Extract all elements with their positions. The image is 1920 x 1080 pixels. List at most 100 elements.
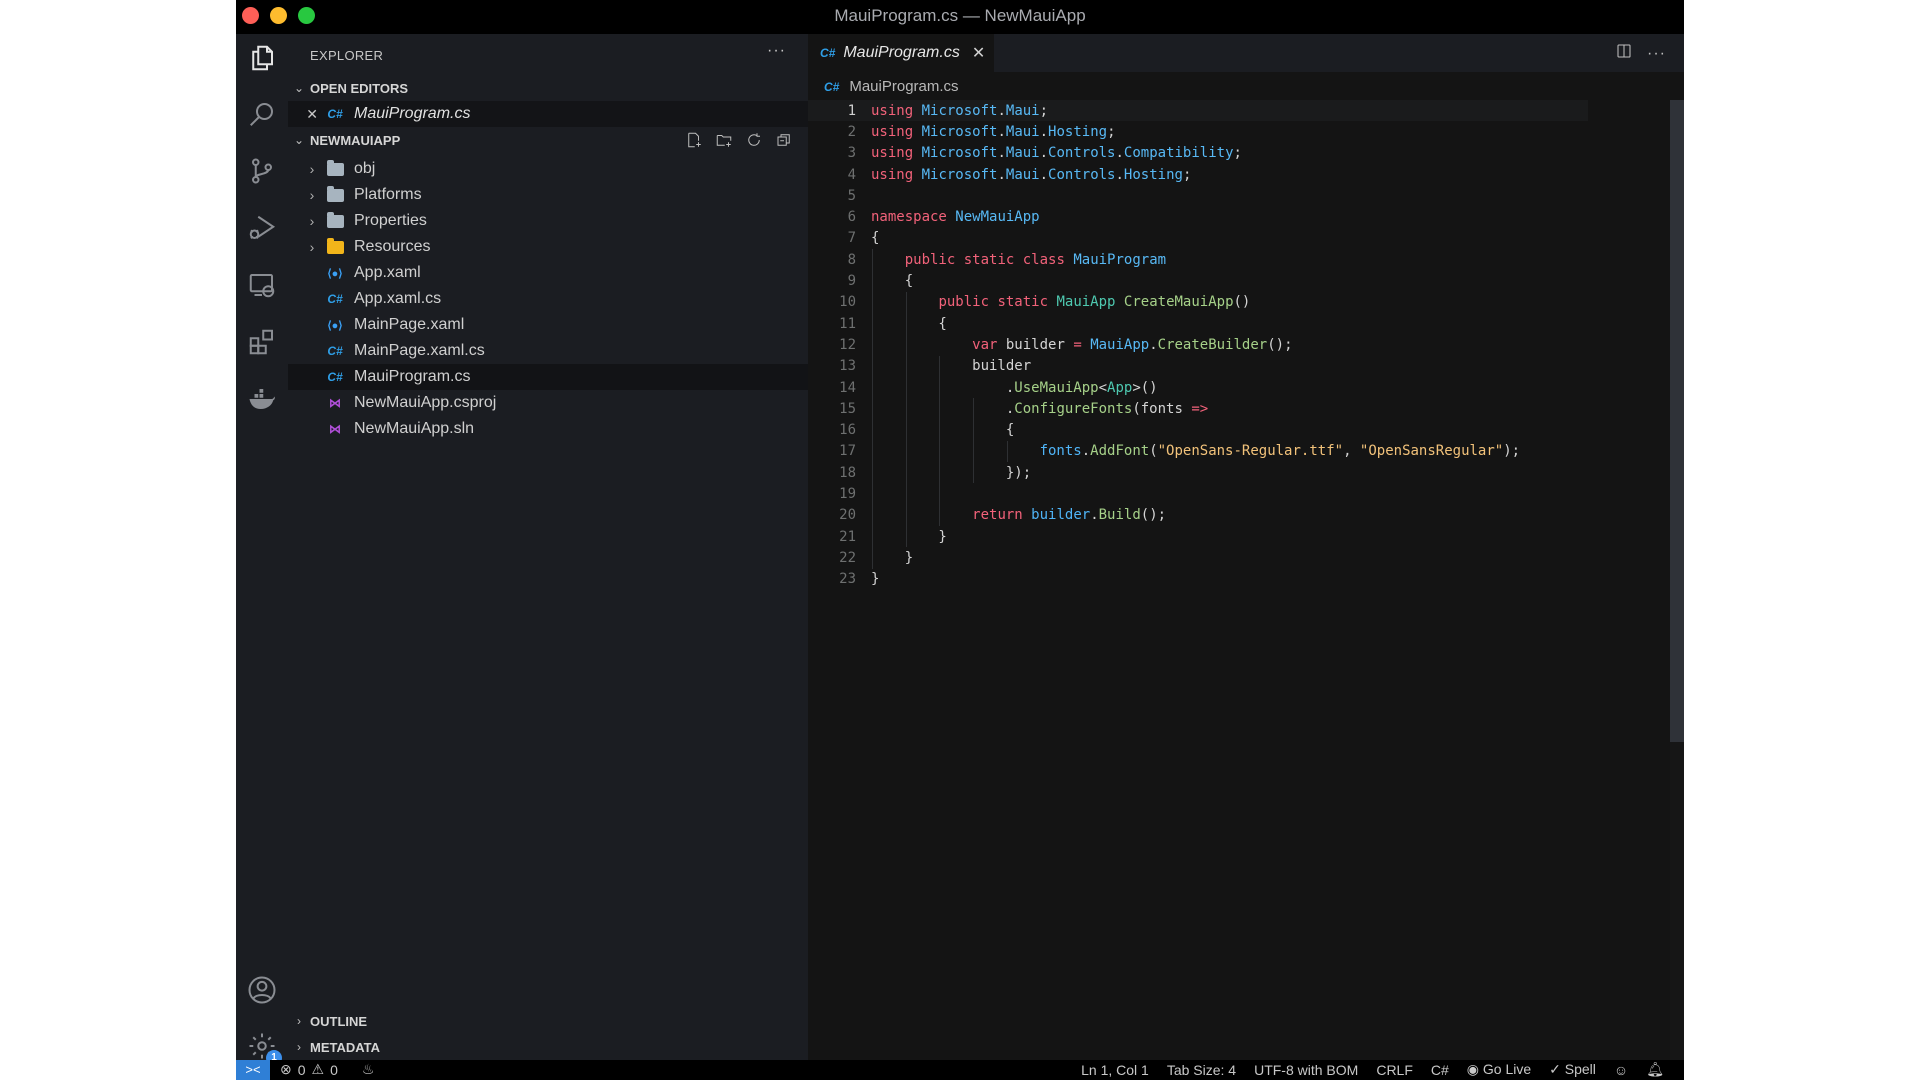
flame-icon[interactable]: ♨ xyxy=(362,1061,375,1078)
tab-size[interactable]: Tab Size: 4 xyxy=(1167,1062,1236,1078)
code-line[interactable]: 20 return builder.Build(); xyxy=(808,505,1588,526)
line-number: 18 xyxy=(839,464,856,481)
code-line[interactable]: 11 { xyxy=(808,313,1588,334)
warning-icon[interactable]: ⚠ xyxy=(312,1061,325,1078)
code-line[interactable]: 3 using Microsoft.Maui.Controls.Compatibi… xyxy=(808,143,1588,164)
tree-item[interactable]: ⟨●⟩ MainPage.xaml xyxy=(288,312,808,338)
code-line[interactable]: 6 namespace NewMauiApp xyxy=(808,207,1588,228)
tab-mauiprogram[interactable]: C# MauiProgram.cs ✕ xyxy=(808,34,994,72)
line-content: { xyxy=(871,230,879,246)
folder-icon xyxy=(324,159,346,178)
code-line[interactable]: 13 builder xyxy=(808,356,1588,377)
line-content: builder xyxy=(871,358,1031,374)
line-number: 14 xyxy=(839,379,856,396)
source-control-icon[interactable] xyxy=(246,155,278,187)
cursor-position[interactable]: Ln 1, Col 1 xyxy=(1081,1062,1149,1078)
split-editor-icon[interactable] xyxy=(1615,42,1633,65)
feedback-icon[interactable]: ☺ xyxy=(1614,1062,1628,1078)
project-section-header[interactable]: ⌄ NEWMAUIAPP xyxy=(288,128,808,152)
code-line[interactable]: 14 .UseMauiApp<App>() xyxy=(808,377,1588,398)
tree-item[interactable]: C# App.xaml.cs xyxy=(288,286,808,312)
code-line[interactable]: 8 public static class MauiProgram xyxy=(808,249,1588,270)
code-line[interactable]: 23} xyxy=(808,569,1588,590)
tree-item[interactable]: › Properties xyxy=(288,208,808,234)
language-mode[interactable]: C# xyxy=(1431,1062,1449,1078)
explorer-more-actions-button[interactable]: ··· xyxy=(767,42,786,60)
new-folder-icon[interactable] xyxy=(714,130,734,150)
docker-icon[interactable] xyxy=(246,383,278,415)
tree-item[interactable]: › Resources xyxy=(288,234,808,260)
code-line[interactable]: 9 { xyxy=(808,270,1588,291)
breadcrumb[interactable]: C# MauiProgram.cs xyxy=(824,78,959,95)
scrollbar-thumb[interactable] xyxy=(1670,100,1684,742)
tree-item[interactable]: C# MauiProgram.cs xyxy=(288,364,808,390)
line-number: 7 xyxy=(847,230,856,247)
end-of-line[interactable]: CRLF xyxy=(1376,1062,1413,1078)
account-icon[interactable] xyxy=(246,974,278,1006)
code-line[interactable]: 17 fonts.AddFont("OpenSans-Regular.ttf",… xyxy=(808,441,1588,462)
code-line[interactable]: 7{ xyxy=(808,228,1588,249)
code-line[interactable]: 5 xyxy=(808,185,1588,206)
tree-item[interactable]: ⋈ NewMauiApp.csproj xyxy=(288,390,808,416)
editor-more-actions-button[interactable]: ··· xyxy=(1647,45,1666,63)
search-icon[interactable] xyxy=(246,98,278,130)
error-count[interactable]: 0 xyxy=(298,1062,306,1078)
open-editor-item[interactable]: ✕ C# MauiProgram.cs xyxy=(288,101,808,127)
close-icon[interactable]: ✕ xyxy=(288,106,318,123)
notifications-bell-icon[interactable]: 🔔︎ xyxy=(1646,1061,1664,1078)
code-line[interactable]: 21 } xyxy=(808,526,1588,547)
open-editors-title: OPEN EDITORS xyxy=(310,80,409,96)
tree-item[interactable]: ⋈ NewMauiApp.sln xyxy=(288,416,808,442)
spell-check[interactable]: ✓ Spell xyxy=(1549,1061,1596,1078)
open-editors-section-header[interactable]: ⌄ OPEN EDITORS xyxy=(288,76,808,100)
refresh-icon[interactable] xyxy=(744,130,764,150)
tree-item[interactable]: › Platforms xyxy=(288,182,808,208)
run-debug-icon[interactable] xyxy=(246,212,278,244)
vscode-window: MauiProgram.cs — NewMauiApp 1 EXPLORER ·… xyxy=(236,0,1684,1080)
go-live-button[interactable]: ◉ Go Live xyxy=(1467,1061,1531,1078)
tree-item[interactable]: ⟨●⟩ App.xaml xyxy=(288,260,808,286)
code-token: builder xyxy=(1031,507,1091,524)
xaml-file-icon: ⟨●⟩ xyxy=(327,267,343,280)
code-line[interactable]: 19 xyxy=(808,483,1588,504)
line-number: 6 xyxy=(847,209,856,226)
code-line[interactable]: 2 using Microsoft.Maui.Hosting; xyxy=(808,121,1588,142)
files-icon[interactable] xyxy=(246,42,278,74)
line-content: .UseMauiApp<App>() xyxy=(871,380,1158,396)
close-icon[interactable]: ✕ xyxy=(972,43,985,63)
code-line[interactable]: 22 } xyxy=(808,547,1588,568)
remote-explorer-icon[interactable] xyxy=(246,269,278,301)
collapse-all-icon[interactable] xyxy=(774,130,794,150)
outline-section-header[interactable]: › OUTLINE xyxy=(288,1009,808,1033)
gear-icon[interactable]: 1 xyxy=(246,1030,282,1066)
encoding[interactable]: UTF-8 with BOM xyxy=(1254,1062,1358,1078)
new-file-icon[interactable] xyxy=(684,130,704,150)
tree-item-label: App.xaml xyxy=(354,264,421,281)
code-line[interactable]: 16 { xyxy=(808,420,1588,441)
code-token: CreateMauiApp xyxy=(1123,294,1234,311)
remote-indicator[interactable]: >< xyxy=(236,1060,270,1080)
warning-count[interactable]: 0 xyxy=(330,1062,338,1078)
project-title: NEWMAUIAPP xyxy=(310,132,401,148)
code-token: AddFont xyxy=(1090,443,1150,460)
code-line[interactable]: 10 public static MauiApp CreateMauiApp() xyxy=(808,292,1588,313)
code-token: CreateBuilder xyxy=(1157,336,1268,353)
tree-item[interactable]: C# MainPage.xaml.cs xyxy=(288,338,808,364)
extensions-icon[interactable] xyxy=(246,326,278,358)
code-token: builder xyxy=(997,336,1074,353)
code-line[interactable]: 4 using Microsoft.Maui.Controls.Hosting; xyxy=(808,164,1588,185)
code-token: (); xyxy=(1140,507,1167,524)
code-token: . xyxy=(1115,166,1124,183)
code-line[interactable]: 1 using Microsoft.Maui; xyxy=(808,100,1588,122)
breadcrumb-file[interactable]: MauiProgram.cs xyxy=(849,78,958,95)
code-line[interactable]: 12 var builder = MauiApp.CreateBuilder()… xyxy=(808,334,1588,355)
metadata-section-header[interactable]: › METADATA xyxy=(288,1035,808,1059)
code-line[interactable]: 15 .ConfigureFonts(fonts => xyxy=(808,398,1588,419)
tree-item[interactable]: › obj xyxy=(288,156,808,182)
code-token: . xyxy=(997,166,1006,183)
line-number: 20 xyxy=(839,507,856,524)
error-icon[interactable]: ⊗ xyxy=(280,1061,292,1078)
code-line[interactable]: 18 }); xyxy=(808,462,1588,483)
